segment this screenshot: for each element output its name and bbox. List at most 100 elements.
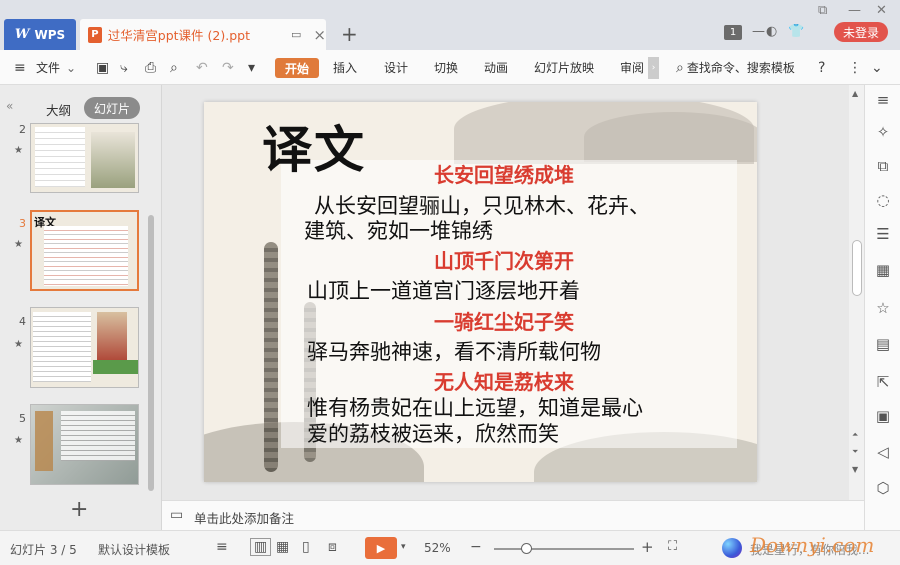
slide-thumbnail-4[interactable] bbox=[30, 307, 139, 388]
layout-menu-icon[interactable]: ≡ bbox=[216, 539, 228, 555]
adjust-icon[interactable]: ☰ bbox=[873, 225, 893, 243]
gallery-icon[interactable]: ▦ bbox=[873, 261, 893, 279]
shapes-icon[interactable]: ◌ bbox=[873, 191, 893, 209]
notes-icon: ▭ bbox=[170, 507, 184, 523]
play-slideshow-button[interactable]: ▶ bbox=[365, 537, 397, 559]
add-slide-button[interactable]: + bbox=[70, 497, 88, 522]
normal-view-icon[interactable]: ▥ bbox=[250, 538, 272, 556]
tab-slideshow[interactable]: 幻灯片放映 bbox=[534, 50, 594, 85]
print-icon[interactable]: ⎙ bbox=[145, 50, 156, 85]
slide-thumbnail-5[interactable] bbox=[30, 404, 139, 485]
menu-icon[interactable]: ≡ bbox=[14, 50, 26, 85]
tab-transition[interactable]: 切换 bbox=[434, 50, 458, 85]
shirt-icon[interactable]: 👕 bbox=[788, 24, 804, 39]
notes-placeholder[interactable]: 单击此处添加备注 bbox=[194, 508, 294, 527]
slide-number: 5 bbox=[19, 412, 26, 425]
save-icon[interactable]: ▣ bbox=[96, 50, 109, 85]
login-button[interactable]: 未登录 bbox=[834, 22, 888, 42]
export-icon[interactable]: ⤷ bbox=[120, 50, 128, 85]
slide-thumbnail-3[interactable]: 译文 bbox=[30, 210, 139, 291]
presenter-view-icon[interactable]: ⧈ bbox=[328, 539, 337, 555]
slide-panel-header: « 大纲 幻灯片 bbox=[0, 97, 162, 119]
audio-icon[interactable]: ◁ bbox=[873, 443, 893, 461]
tree-decoration bbox=[264, 242, 278, 472]
close-tab-icon[interactable]: × bbox=[313, 26, 326, 44]
scroll-up-icon[interactable]: ▲ bbox=[852, 89, 858, 98]
image-icon[interactable]: ▣ bbox=[873, 407, 893, 425]
thumb-text-block bbox=[35, 127, 85, 187]
wps-tab-label: WPS bbox=[34, 27, 66, 42]
tab-animation[interactable]: 动画 bbox=[484, 50, 508, 85]
slide-thumbnail-2[interactable] bbox=[30, 123, 139, 193]
slide-panel-scrollbar[interactable] bbox=[148, 215, 154, 491]
share-icon[interactable]: ⇱ bbox=[873, 373, 893, 391]
document-tab[interactable]: P 过华清宫ppt课件 (2).ppt ▭ × bbox=[80, 19, 326, 50]
assistant-icon[interactable] bbox=[722, 538, 742, 558]
scrollbar-thumb[interactable] bbox=[852, 240, 862, 296]
collapse-ribbon-icon[interactable]: ⌄ bbox=[871, 50, 883, 85]
more-icon[interactable]: ⋮ bbox=[848, 50, 862, 85]
design-template[interactable]: 默认设计模板 bbox=[98, 541, 170, 558]
slide-canvas: 译文 长安回望绣成堆 从长安回望骊山，只见林木、花卉、 建筑、宛如一堆锦绣 山顶… bbox=[162, 85, 864, 500]
page-indicator[interactable]: 1 bbox=[724, 25, 742, 40]
fit-window-icon[interactable]: ⛶ bbox=[668, 539, 677, 554]
collapse-panel-icon[interactable]: « bbox=[6, 99, 13, 113]
magic-icon[interactable]: ✧ bbox=[873, 123, 893, 141]
next-slide-icon[interactable]: ⏷ bbox=[852, 447, 858, 457]
prev-slide-icon[interactable]: ⏶ bbox=[852, 430, 858, 440]
command-search[interactable]: ⌕ 查找命令、搜索模板 bbox=[676, 50, 795, 85]
thumb-text-block bbox=[44, 226, 128, 286]
skin-icon[interactable]: ⧉ bbox=[818, 3, 827, 18]
redo-icon[interactable]: ↷ bbox=[222, 50, 234, 85]
tab-review[interactable]: 审阅 bbox=[620, 50, 644, 85]
tab-start[interactable]: 开始 bbox=[275, 58, 319, 78]
animation-star-icon: ★ bbox=[14, 239, 23, 250]
play-options-icon[interactable]: ▾ bbox=[401, 542, 406, 552]
file-menu-button[interactable]: 文件 ⌄ bbox=[36, 50, 76, 85]
help-icon[interactable]: ? bbox=[818, 50, 825, 85]
ribbon-bar: ≡ 文件 ⌄ ▣ ⤷ ⎙ ⌕ ↶ ↷ ▾ 开始 插入 设计 切换 动画 幻灯片放映… bbox=[0, 50, 900, 85]
reading-view-icon[interactable]: ▯ bbox=[302, 539, 310, 555]
current-slide[interactable]: 译文 长安回望绣成堆 从长安回望骊山，只见林木、花卉、 建筑、宛如一堆锦绣 山顶… bbox=[204, 102, 757, 482]
wps-home-tab[interactable]: W WPS bbox=[4, 19, 76, 50]
slide-count: 幻灯片 3 / 5 bbox=[10, 543, 77, 557]
zoom-out-icon[interactable]: − bbox=[470, 539, 482, 555]
print-preview-icon[interactable]: ⌕ bbox=[170, 50, 178, 85]
minimize-icon[interactable]: — bbox=[848, 3, 861, 18]
archive-icon[interactable]: ▤ bbox=[873, 335, 893, 353]
tab-slides[interactable]: 幻灯片 bbox=[84, 97, 140, 119]
ribbon-scroll-right-icon[interactable]: › bbox=[648, 57, 659, 79]
translation-line: 山顶上一道道宫门逐层地开着 bbox=[307, 279, 580, 303]
zoom-in-icon[interactable]: + bbox=[641, 538, 654, 556]
zoom-slider-track[interactable] bbox=[494, 548, 634, 550]
tab-outline[interactable]: 大纲 bbox=[46, 100, 71, 119]
slide-sorter-icon[interactable]: ▦ bbox=[276, 539, 289, 555]
sidebar-menu-icon[interactable]: ≡ bbox=[873, 91, 893, 109]
monitor-icon[interactable]: ▭ bbox=[291, 28, 301, 41]
poem-line: 一骑红尘妃子笑 bbox=[434, 310, 574, 334]
star-icon[interactable]: ☆ bbox=[873, 299, 893, 317]
thumb-text-block bbox=[33, 312, 91, 382]
translation-line: 爱的荔枝被运来，欣然而笑 bbox=[307, 422, 559, 446]
zoom-slider-handle[interactable] bbox=[521, 543, 532, 554]
scroll-down-icon[interactable]: ▼ bbox=[852, 465, 858, 474]
slide-title[interactable]: 译文 bbox=[262, 110, 366, 182]
window-close-icon[interactable]: ✕ bbox=[876, 3, 887, 18]
minimize-window-icon[interactable]: — bbox=[752, 24, 765, 39]
tab-insert[interactable]: 插入 bbox=[333, 50, 357, 85]
new-tab-button[interactable]: + bbox=[341, 22, 358, 46]
copy-layout-icon[interactable]: ⧉ bbox=[873, 157, 893, 175]
tab-design[interactable]: 设计 bbox=[384, 50, 408, 85]
zoom-level[interactable]: 52% bbox=[424, 541, 451, 555]
notes-bar[interactable]: ▭ 单击此处添加备注 bbox=[162, 500, 864, 530]
thumb-figure-image bbox=[97, 312, 127, 360]
record-icon[interactable]: ◐ bbox=[766, 24, 777, 39]
animation-star-icon: ★ bbox=[14, 435, 23, 446]
animation-star-icon: ★ bbox=[14, 339, 23, 350]
shield-icon[interactable]: ⬡ bbox=[873, 479, 893, 497]
status-bar: 幻灯片 3 / 5 默认设计模板 ≡ ▥ ▦ ▯ ⧈ ▶ ▾ 52% − + ⛶… bbox=[0, 530, 900, 565]
canvas-scrollbar[interactable]: ▲ ⏶ ⏷ ▼ bbox=[849, 85, 864, 530]
file-menu-label: 文件 bbox=[36, 61, 61, 75]
undo-icon[interactable]: ↶ bbox=[196, 50, 208, 85]
more-quick-icon[interactable]: ▾ bbox=[248, 50, 255, 85]
